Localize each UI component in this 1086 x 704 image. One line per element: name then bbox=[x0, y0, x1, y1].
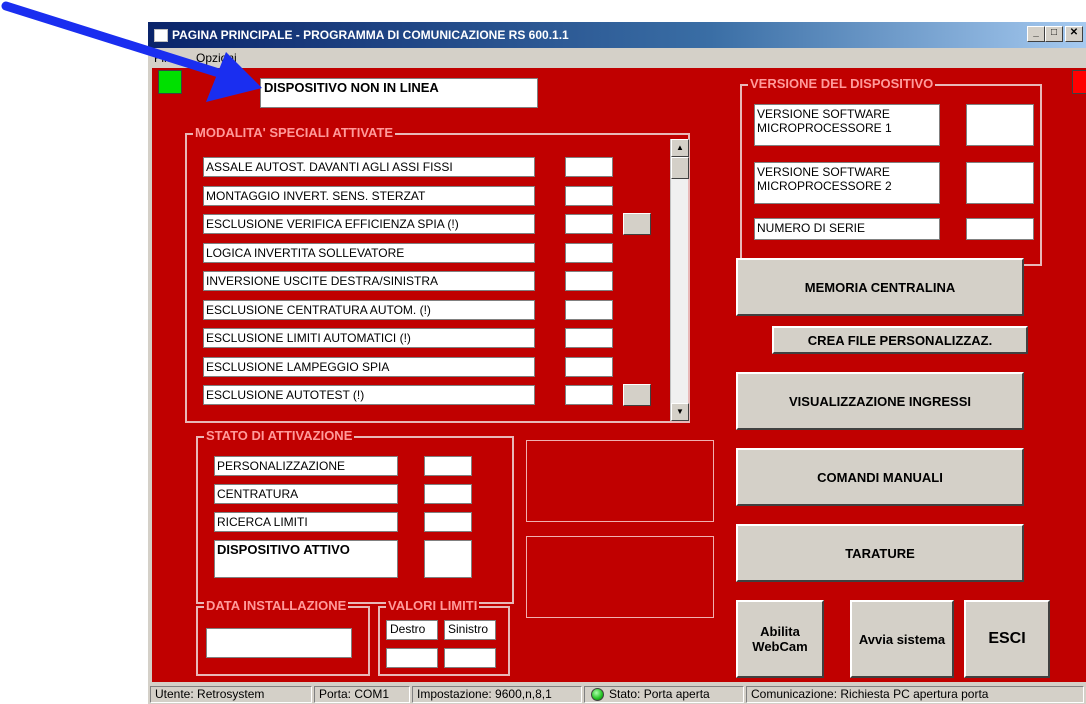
mode-label: ESCLUSIONE AUTOTEST (!) bbox=[203, 385, 535, 405]
status-comm: Comunicazione: Richiesta PC apertura por… bbox=[746, 686, 1084, 703]
scroll-down-button[interactable]: ▼ bbox=[671, 403, 689, 421]
limit-right-label: Destro bbox=[386, 620, 438, 640]
mode-label: MONTAGGIO INVERT. SENS. STERZAT bbox=[203, 185, 535, 206]
sw2-label: VERSIONE SOFTWARE MICROPROCESSORE 2 bbox=[754, 162, 940, 204]
maximize-button[interactable]: □ bbox=[1045, 26, 1063, 42]
abilita-webcam-button[interactable]: Abilita WebCam bbox=[736, 600, 824, 678]
sw2-value bbox=[966, 162, 1034, 204]
info-panel-top bbox=[526, 440, 714, 522]
installation-date-title: DATA INSTALLAZIONE bbox=[204, 598, 349, 613]
mode-value bbox=[565, 271, 613, 291]
limit-left-value bbox=[444, 648, 496, 668]
installation-date-field bbox=[206, 628, 352, 658]
activation-title: STATO DI ATTIVAZIONE bbox=[204, 428, 355, 443]
mode-label: LOGICA INVERTITA SOLLEVATORE bbox=[203, 242, 535, 263]
info-panel-bottom bbox=[526, 536, 714, 618]
limits-title: VALORI LIMITI bbox=[386, 598, 480, 613]
modes-scrollbar[interactable]: ▲ ▼ bbox=[670, 139, 689, 421]
memoria-centralina-button[interactable]: MEMORIA CENTRALINA bbox=[736, 258, 1024, 316]
activation-label: CENTRATURA bbox=[214, 484, 398, 504]
mode-label: ASSALE AUTOST. DAVANTI AGLI ASSI FISSI bbox=[203, 157, 535, 177]
mode-label: ESCLUSIONE CENTRATURA AUTOM. (!) bbox=[203, 299, 535, 320]
mode-label: INVERSIONE USCITE DESTRA/SINISTRA bbox=[203, 271, 535, 291]
activation-value bbox=[424, 484, 472, 504]
main-window: PAGINA PRINCIPALE - PROGRAMMA DI COMUNIC… bbox=[148, 22, 1086, 704]
tarature-button[interactable]: TARATURE bbox=[736, 524, 1024, 582]
status-port: Porta: COM1 bbox=[314, 686, 410, 703]
esci-button[interactable]: ESCI bbox=[964, 600, 1050, 678]
sw1-label: VERSIONE SOFTWARE MICROPROCESSORE 1 bbox=[754, 104, 940, 146]
mode-value bbox=[565, 385, 613, 405]
mode-label: ESCLUSIONE LAMPEGGIO SPIA bbox=[203, 356, 535, 377]
device-status-field: DISPOSITIVO NON IN LINEA bbox=[260, 78, 538, 108]
activation-label: DISPOSITIVO ATTIVO bbox=[214, 540, 398, 578]
comandi-manuali-button[interactable]: COMANDI MANUALI bbox=[736, 448, 1024, 506]
mode-value bbox=[565, 356, 613, 377]
scroll-thumb[interactable] bbox=[671, 157, 689, 179]
activation-value bbox=[424, 512, 472, 532]
status-state-text: Stato: Porta aperta bbox=[609, 687, 710, 701]
main-panel: DISPOSITIVO NON IN LINEA MODALITA' SPECI… bbox=[152, 68, 1086, 682]
mode-value bbox=[565, 242, 613, 263]
special-modes-group: MODALITA' SPECIALI ATTIVATE ASSALE AUTOS… bbox=[185, 126, 690, 423]
activation-value bbox=[424, 456, 472, 476]
mode-toggle-button[interactable] bbox=[623, 384, 651, 406]
annotation-arrow bbox=[1, 1, 262, 102]
mode-label: ESCLUSIONE VERIFICA EFFICIENZA SPIA (!) bbox=[203, 214, 535, 234]
limits-group: VALORI LIMITI Destro Sinistro bbox=[378, 599, 510, 676]
installation-date-group: DATA INSTALLAZIONE bbox=[196, 599, 370, 676]
visualizzazione-ingressi-button[interactable]: VISUALIZZAZIONE INGRESSI bbox=[736, 372, 1024, 430]
status-bar: Utente: Retrosystem Porta: COM1 Impostaz… bbox=[148, 684, 1086, 704]
mode-value bbox=[565, 214, 613, 234]
device-version-title: VERSIONE DEL DISPOSITIVO bbox=[748, 76, 936, 91]
status-state: Stato: Porta aperta bbox=[584, 686, 744, 703]
mode-value bbox=[565, 299, 613, 320]
mode-value bbox=[565, 157, 613, 177]
serial-label: NUMERO DI SERIE bbox=[754, 218, 940, 240]
activation-label: RICERCA LIMITI bbox=[214, 512, 398, 532]
scroll-up-button[interactable]: ▲ bbox=[671, 139, 689, 157]
status-user: Utente: Retrosystem bbox=[150, 686, 312, 703]
status-settings: Impostazione: 9600,n,8,1 bbox=[412, 686, 582, 703]
activation-label: PERSONALIZZAZIONE bbox=[214, 456, 398, 476]
special-modes-title: MODALITA' SPECIALI ATTIVATE bbox=[193, 125, 396, 140]
connection-indicator-right bbox=[1072, 70, 1086, 94]
status-led-icon bbox=[591, 688, 604, 701]
serial-value bbox=[966, 218, 1034, 240]
minimize-button[interactable]: _ bbox=[1027, 26, 1045, 42]
avvia-sistema-button[interactable]: Avvia sistema bbox=[850, 600, 954, 678]
device-version-group: VERSIONE DEL DISPOSITIVO VERSIONE SOFTWA… bbox=[740, 77, 1042, 266]
mode-toggle-button[interactable] bbox=[623, 213, 651, 235]
mode-value bbox=[565, 185, 613, 206]
activation-group: STATO DI ATTIVAZIONE PERSONALIZZAZIONE CE… bbox=[196, 429, 514, 604]
sw1-value bbox=[966, 104, 1034, 146]
crea-file-button[interactable]: CREA FILE PERSONALIZZAZ. bbox=[772, 326, 1028, 354]
limit-left-label: Sinistro bbox=[444, 620, 496, 640]
close-button[interactable]: ✕ bbox=[1065, 26, 1083, 42]
mode-label: ESCLUSIONE LIMITI AUTOMATICI (!) bbox=[203, 328, 535, 348]
limit-right-value bbox=[386, 648, 438, 668]
mode-value bbox=[565, 328, 613, 348]
activation-value bbox=[424, 540, 472, 578]
